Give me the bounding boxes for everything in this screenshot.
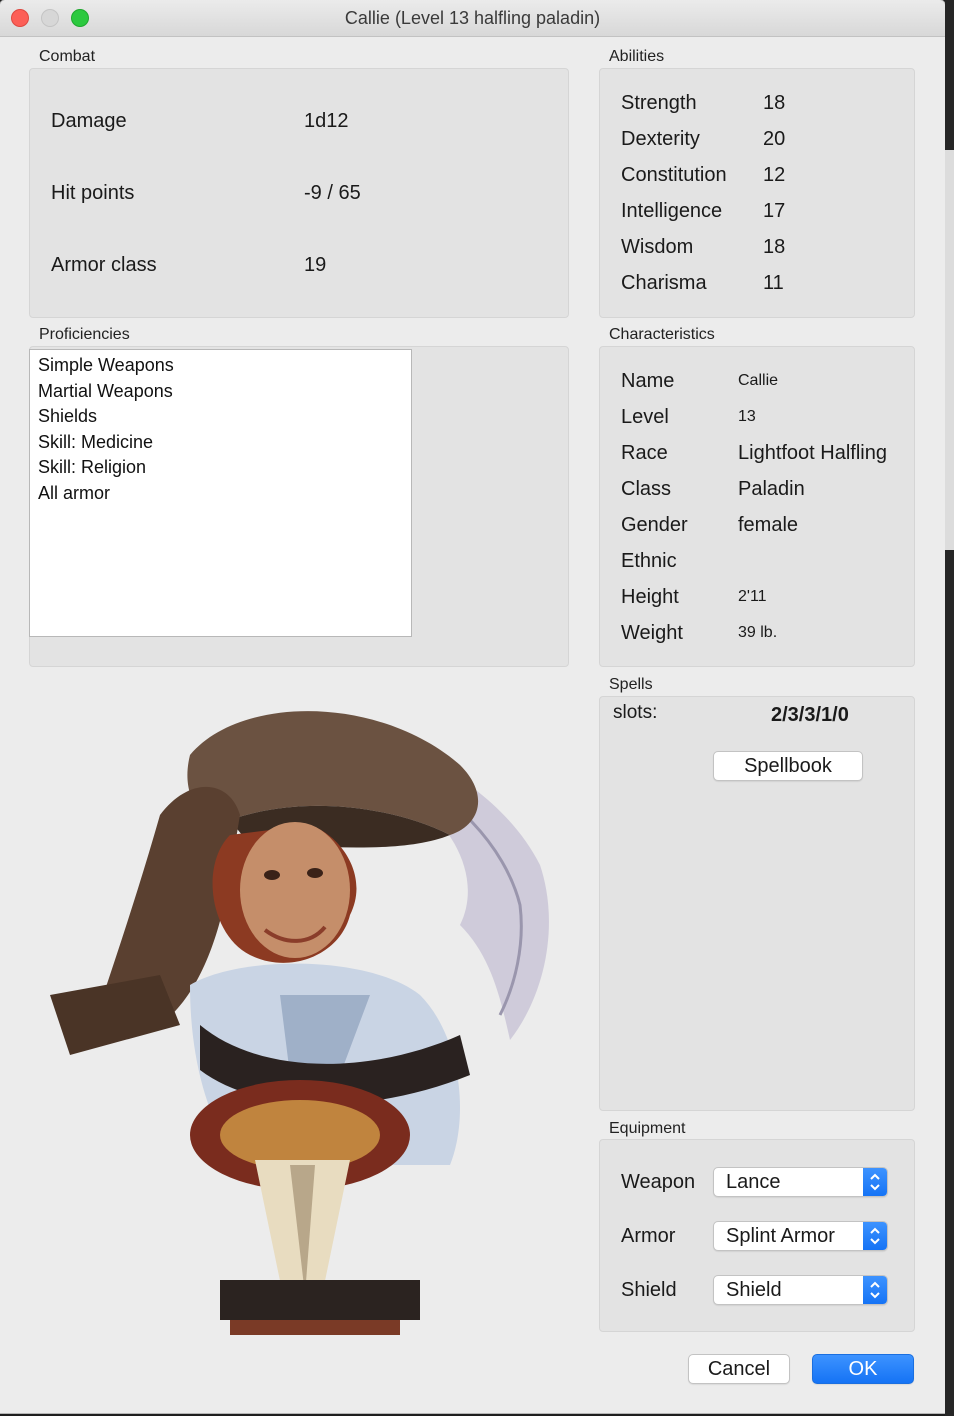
equipment-section-label: Equipment [609,1120,686,1137]
spell-slots-value: 2/3/3/1/0 [771,704,849,726]
name-label: Name [621,370,675,392]
spell-slots-label: slots: [613,702,658,723]
ok-button[interactable]: OK [812,1354,914,1384]
weapon-select-value: Lance [726,1171,781,1193]
chevron-up-down-icon [863,1168,887,1196]
charisma-value: 11 [763,272,784,294]
character-sheet-window: Callie (Level 13 halfling paladin) Comba… [0,0,945,1413]
class-label: Class [621,478,672,500]
name-value: Callie [738,372,779,389]
abilities-section-label: Abilities [609,48,665,65]
dexterity-value: 20 [763,128,786,150]
wisdom-value: 18 [763,236,786,258]
proficiencies-list[interactable]: Simple Weapons Martial Weapons Shields S… [29,349,412,637]
list-item[interactable]: Simple Weapons [38,353,411,379]
cancel-button[interactable]: Cancel [688,1354,790,1384]
wisdom-label: Wisdom [621,236,694,258]
list-item[interactable]: Skill: Religion [38,455,411,481]
race-value: Lightfoot Halfling [738,442,887,464]
chevron-up-down-icon [863,1276,887,1304]
class-value: Paladin [738,478,805,500]
armor-class-label: Armor class [51,254,157,276]
weapon-select[interactable]: Lance [713,1167,888,1197]
armor-class-value: 19 [304,254,327,276]
list-item[interactable]: Shields [38,404,411,430]
characteristics-panel [599,346,915,667]
level-value: 13 [738,408,756,425]
chevron-up-down-icon [863,1222,887,1250]
ethnic-label: Ethnic [621,550,677,572]
armor-select[interactable]: Splint Armor [713,1221,888,1251]
shield-select-value: Shield [726,1279,782,1301]
hit-points-value: -9 / 65 [304,182,361,204]
charisma-label: Charisma [621,272,707,294]
damage-value: 1d12 [304,110,349,132]
strength-label: Strength [621,92,697,114]
background-window-panel [945,150,954,550]
armor-select-value: Splint Armor [726,1225,835,1247]
intelligence-label: Intelligence [621,200,723,222]
constitution-label: Constitution [621,164,727,186]
background-window-edge [945,0,954,1416]
intelligence-value: 17 [763,200,786,222]
hit-points-label: Hit points [51,182,135,204]
window-title: Callie (Level 13 halfling paladin) [344,8,601,28]
combat-section-label: Combat [39,48,96,65]
list-item[interactable]: All armor [38,481,411,507]
title-bar[interactable]: Callie (Level 13 halfling paladin) [0,0,945,37]
strength-value: 18 [763,92,786,114]
shield-label: Shield [621,1279,677,1301]
height-label: Height [621,586,679,608]
armor-label: Armor [621,1225,676,1247]
dexterity-label: Dexterity [621,128,700,150]
height-value: 2'11 [738,588,767,605]
gender-value: female [738,514,799,536]
list-item[interactable]: Martial Weapons [38,379,411,405]
weight-value: 39 lb. [738,624,778,641]
character-portrait [50,711,549,1335]
spellbook-button[interactable]: Spellbook [713,751,863,781]
race-label: Race [621,442,668,464]
gender-label: Gender [621,514,688,536]
weight-label: Weight [621,622,683,644]
damage-label: Damage [51,110,127,132]
constitution-value: 12 [763,164,786,186]
level-label: Level [621,406,669,428]
proficiencies-section-label: Proficiencies [39,326,130,343]
weapon-label: Weapon [621,1171,696,1193]
spells-section-label: Spells [609,676,653,693]
characteristics-section-label: Characteristics [609,326,715,343]
list-item[interactable]: Skill: Medicine [38,430,411,456]
shield-select[interactable]: Shield [713,1275,888,1305]
